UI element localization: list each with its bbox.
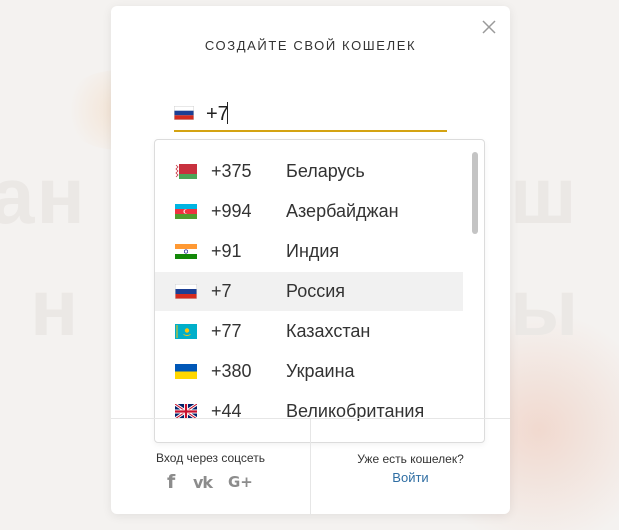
country-option-belarus[interactable]: +375 Беларусь [155,152,463,191]
vk-icon[interactable]: vk [193,473,213,492]
country-code-dropdown[interactable]: +375 Беларусь +994 Азербайджан +91 Индия… [154,139,485,443]
footer-divider [310,419,311,515]
country-option-azerbaijan[interactable]: +994 Азербайджан [155,192,463,231]
background-headline-fragment: ы [510,263,581,352]
country-code: +375 [211,161,252,181]
belarus-flag-icon [175,164,197,179]
country-option-india[interactable]: +91 Индия [155,232,463,271]
country-option-ukraine[interactable]: +380 Украина [155,352,463,391]
background-headline-fragment: н [30,263,81,352]
uk-flag-icon [175,404,197,419]
country-code: +77 [211,321,242,341]
ukraine-flag-icon [175,364,197,379]
country-code: +7 [211,281,232,301]
social-login-label: Вход через соцсеть [156,451,265,465]
social-login-icons: f vk G+ [161,471,261,493]
modal-title: СОЗДАЙТЕ СВОЙ КОШЕЛЕК [204,38,417,53]
country-code: +994 [211,201,252,221]
azerbaijan-flag-icon [175,204,197,219]
country-name: Азербайджан [286,201,399,221]
country-name: Казахстан [286,321,371,341]
kazakhstan-flag-icon [175,324,197,339]
country-option-russia[interactable]: +7 Россия [155,272,463,311]
existing-wallet-question: Уже есть кошелек? [357,452,464,466]
dropdown-scrollbar[interactable] [472,152,478,428]
text-caret [227,102,228,124]
create-wallet-modal: СОЗДАЙТЕ СВОЙ КОШЕЛЕК +375 Беларусь [111,6,510,515]
country-name: Украина [286,361,355,381]
phone-input[interactable] [206,100,436,128]
country-name: Беларусь [286,161,365,181]
country-code: +380 [211,361,252,381]
login-link[interactable]: Войти [311,470,510,485]
country-name: Россия [286,281,346,301]
country-option-kazakhstan[interactable]: +77 Казахстан [155,312,463,351]
india-flag-icon [175,244,197,259]
facebook-icon[interactable]: f [167,471,175,493]
google-plus-icon[interactable]: G+ [228,473,253,491]
close-icon [482,20,496,34]
russia-flag-icon[interactable] [174,106,194,120]
russia-flag-icon [175,284,197,299]
phone-field[interactable] [174,100,447,132]
background-headline-fragment: ан [0,151,87,240]
modal-footer: Вход через соцсеть f vk G+ Уже есть коше… [111,418,510,515]
close-button[interactable] [481,19,497,35]
background-headline-fragment: ш [510,151,579,240]
country-name: Индия [286,241,340,261]
country-code: +91 [211,241,242,261]
scrollbar-thumb[interactable] [472,152,478,234]
